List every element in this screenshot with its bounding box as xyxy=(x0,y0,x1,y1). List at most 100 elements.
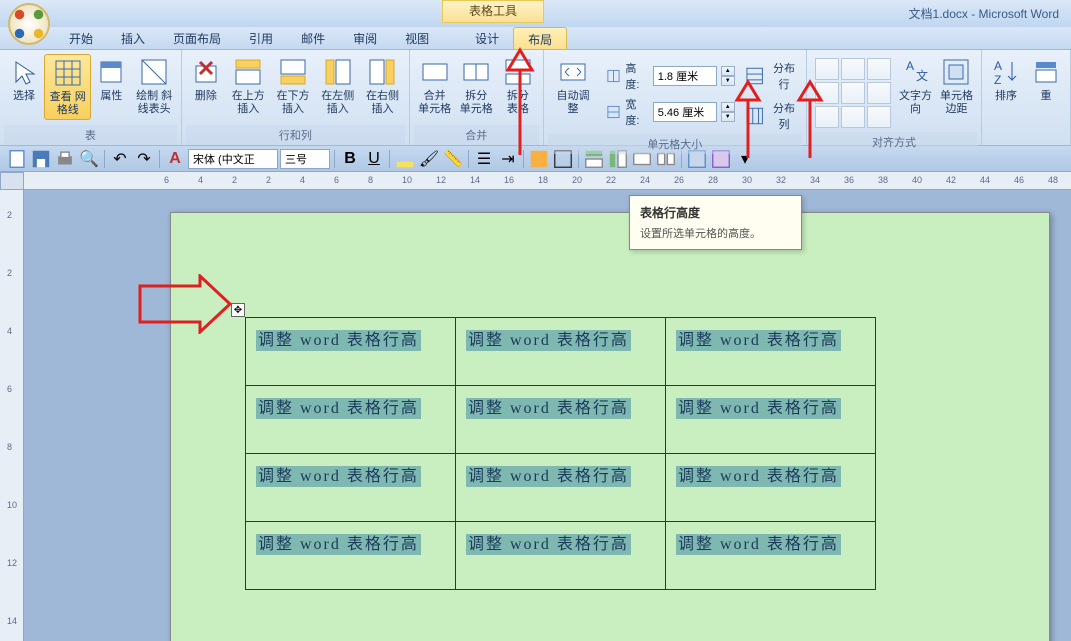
grid-icon xyxy=(52,57,84,89)
table-row: 调整 word 表格行高 调整 word 表格行高 调整 word 表格行高 xyxy=(246,522,876,590)
table-cell[interactable]: 调整 word 表格行高 xyxy=(456,318,666,386)
height-up-button[interactable]: ▲ xyxy=(721,66,735,76)
distribute-cols-button[interactable]: 分布列 xyxy=(743,98,802,134)
cell-margins-icon xyxy=(940,56,972,88)
width-icon xyxy=(606,104,621,120)
office-button[interactable] xyxy=(8,3,50,45)
ribbon-tabs: 开始 插入 页面布局 引用 邮件 审阅 视图 设计 布局 xyxy=(0,27,1071,50)
autofit-icon xyxy=(557,56,589,88)
table-cell[interactable]: 调整 word 表格行高 xyxy=(246,522,456,590)
delete-button[interactable]: 删除 xyxy=(186,54,226,105)
align-tr-button[interactable] xyxy=(867,58,891,80)
delete-icon xyxy=(190,56,222,88)
distribute-rows-button[interactable]: 分布行 xyxy=(743,58,802,94)
tab-home[interactable]: 开始 xyxy=(55,27,107,49)
view-gridlines-button[interactable]: 查看 网格线 xyxy=(44,54,91,120)
cell-margins-button[interactable]: 单元格 边距 xyxy=(936,54,977,118)
table-cell[interactable]: 调整 word 表格行高 xyxy=(456,522,666,590)
width-input[interactable] xyxy=(653,102,717,122)
align-br-button[interactable] xyxy=(867,106,891,128)
font-select[interactable] xyxy=(188,149,278,169)
align-tc-button[interactable] xyxy=(841,58,865,80)
properties-button[interactable]: 属性 xyxy=(91,54,131,105)
height-input[interactable] xyxy=(653,66,717,86)
draw-diagonal-button[interactable]: 绘制 斜线表头 xyxy=(131,54,176,118)
table-move-handle[interactable]: ✥ xyxy=(231,303,245,317)
qat-font-color-icon[interactable]: A xyxy=(164,148,186,170)
align-mc-button[interactable] xyxy=(841,82,865,104)
tab-mailings[interactable]: 邮件 xyxy=(287,27,339,49)
tab-insert[interactable]: 插入 xyxy=(107,27,159,49)
qat-indent-icon[interactable]: ⇥ xyxy=(497,148,519,170)
width-label: 宽度: xyxy=(625,96,648,128)
align-tl-button[interactable] xyxy=(815,58,839,80)
split-cells-button[interactable]: 拆分 单元格 xyxy=(455,54,497,118)
qat-save-icon[interactable] xyxy=(30,148,52,170)
svg-text:文: 文 xyxy=(916,68,928,83)
select-button[interactable]: 选择 xyxy=(4,54,44,105)
table-cell[interactable]: 调整 word 表格行高 xyxy=(246,454,456,522)
width-down-button[interactable]: ▼ xyxy=(721,112,735,122)
table-cell[interactable]: 调整 word 表格行高 xyxy=(666,454,876,522)
tab-review[interactable]: 审阅 xyxy=(339,27,391,49)
merge-icon xyxy=(419,56,451,88)
svg-text:Z: Z xyxy=(994,73,1001,87)
cursor-icon xyxy=(8,56,40,88)
table-cell[interactable]: 调整 word 表格行高 xyxy=(666,522,876,590)
tab-references[interactable]: 引用 xyxy=(235,27,287,49)
sort-button[interactable]: AZ 排序 xyxy=(986,54,1026,105)
vertical-ruler[interactable]: 22468101214 xyxy=(0,190,24,641)
insert-below-button[interactable]: 在下方 插入 xyxy=(271,54,316,118)
document-page: ✥ 调整 word 表格行高 调整 word 表格行高 调整 word 表格行高… xyxy=(170,212,1050,641)
merge-cells-button[interactable]: 合并 单元格 xyxy=(414,54,456,118)
tab-view[interactable]: 视图 xyxy=(391,27,443,49)
table-cell[interactable]: 调整 word 表格行高 xyxy=(666,386,876,454)
distribute-rows-icon xyxy=(745,66,764,86)
align-mr-button[interactable] xyxy=(867,82,891,104)
tab-page-layout[interactable]: 页面布局 xyxy=(159,27,235,49)
table-cell[interactable]: 调整 word 表格行高 xyxy=(456,386,666,454)
align-ml-button[interactable] xyxy=(815,82,839,104)
insert-above-icon xyxy=(232,56,264,88)
group-label-table: 表 xyxy=(4,125,177,145)
document-table[interactable]: 调整 word 表格行高 调整 word 表格行高 调整 word 表格行高 调… xyxy=(245,317,876,590)
table-cell[interactable]: 调整 word 表格行高 xyxy=(456,454,666,522)
horizontal-ruler[interactable]: 6422468101214161820222426283032343638404… xyxy=(24,172,1071,190)
split-table-button[interactable]: 拆分 表格 xyxy=(497,54,539,118)
qat-redo-icon[interactable]: ↷ xyxy=(133,148,155,170)
qat-undo-icon[interactable]: ↶ xyxy=(109,148,131,170)
insert-right-button[interactable]: 在右侧 插入 xyxy=(360,54,405,118)
insert-below-icon xyxy=(277,56,309,88)
table-row: 调整 word 表格行高 调整 word 表格行高 调整 word 表格行高 xyxy=(246,386,876,454)
tab-layout[interactable]: 布局 xyxy=(513,27,567,49)
qat-ruler-icon[interactable]: 📏 xyxy=(442,148,464,170)
qat-print-icon[interactable] xyxy=(54,148,76,170)
align-bl-button[interactable] xyxy=(815,106,839,128)
table-row: 调整 word 表格行高 调整 word 表格行高 调整 word 表格行高 xyxy=(246,454,876,522)
bold-button[interactable]: B xyxy=(339,148,361,170)
svg-text:A: A xyxy=(906,59,914,73)
table-cell[interactable]: 调整 word 表格行高 xyxy=(666,318,876,386)
font-size-select[interactable] xyxy=(280,149,330,169)
width-up-button[interactable]: ▲ xyxy=(721,102,735,112)
repeat-icon xyxy=(1030,56,1062,88)
autofit-button[interactable]: 自动调整 xyxy=(548,54,599,118)
qat-list-icon[interactable]: ☰ xyxy=(473,148,495,170)
table-cell[interactable]: 调整 word 表格行高 xyxy=(246,318,456,386)
qat-brush-icon[interactable]: 🖌 xyxy=(418,148,440,170)
table-cell[interactable]: 调整 word 表格行高 xyxy=(246,386,456,454)
repeat-header-button[interactable]: 重 xyxy=(1026,54,1066,105)
qat-preview-icon[interactable]: 🔍 xyxy=(78,148,100,170)
tab-design[interactable]: 设计 xyxy=(461,27,513,49)
height-down-button[interactable]: ▼ xyxy=(721,76,735,86)
insert-above-button[interactable]: 在上方 插入 xyxy=(226,54,271,118)
qat-highlight-icon[interactable] xyxy=(394,148,416,170)
text-direction-button[interactable]: A文 文字方向 xyxy=(895,54,936,118)
insert-left-button[interactable]: 在左侧 插入 xyxy=(315,54,360,118)
text-direction-icon: A文 xyxy=(900,56,932,88)
qat-new-icon[interactable] xyxy=(6,148,28,170)
group-label-alignment: 对齐方式 xyxy=(811,132,977,152)
ruler-corner xyxy=(0,172,24,190)
align-bc-button[interactable] xyxy=(841,106,865,128)
underline-button[interactable]: U xyxy=(363,148,385,170)
